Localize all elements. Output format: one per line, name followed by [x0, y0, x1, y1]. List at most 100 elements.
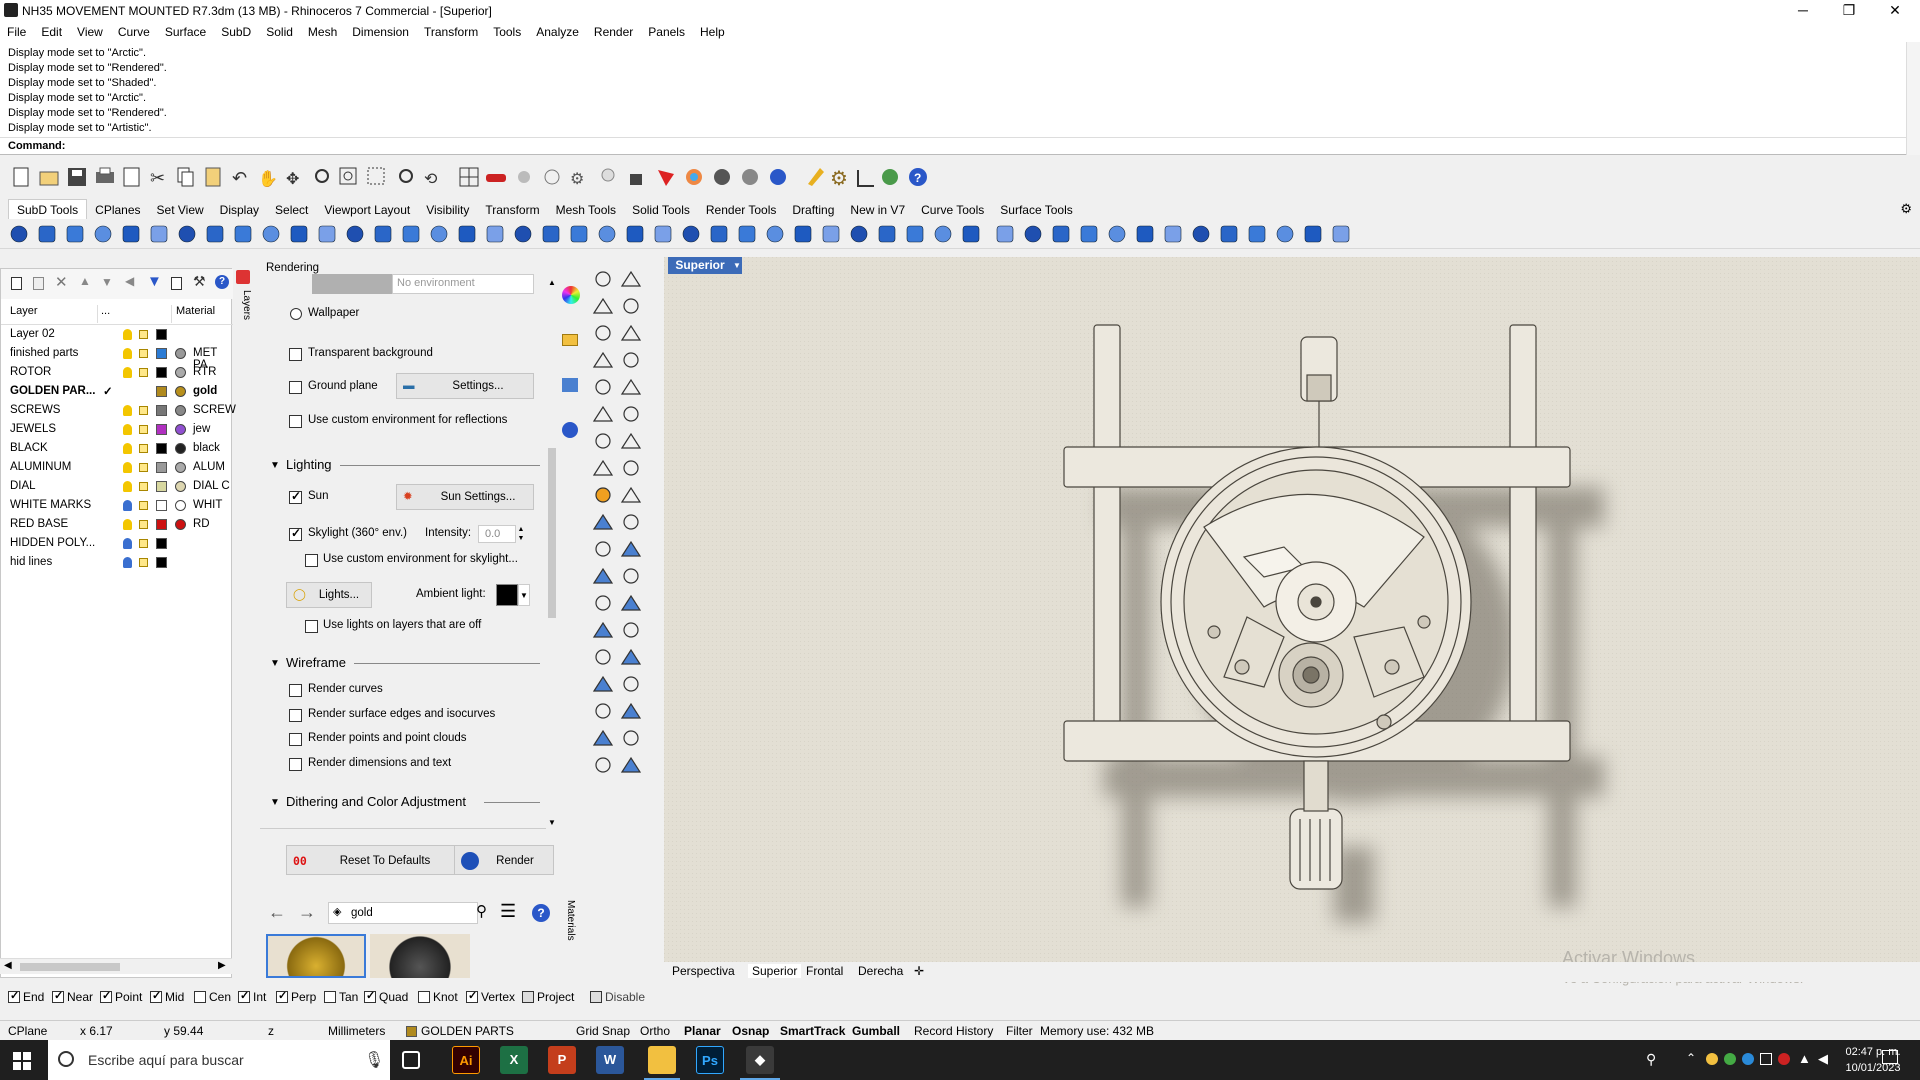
layers-horizontal-scrollbar[interactable]: ◀ ▶	[0, 958, 232, 974]
side-tool-icon[interactable]	[620, 756, 642, 773]
layer-color-swatch[interactable]	[156, 405, 167, 416]
osnap-end[interactable]: End	[8, 989, 44, 1004]
lock-icon[interactable]	[139, 406, 148, 415]
material-swatch[interactable]	[175, 500, 186, 511]
layer-row[interactable]: ALUMINUM ALUM	[1, 458, 233, 477]
undo-icon[interactable]: ↶	[232, 168, 247, 188]
print-icon[interactable]	[96, 167, 114, 183]
subd-tool-icon[interactable]	[234, 225, 252, 243]
subd-tool-icon[interactable]	[402, 225, 420, 243]
side-tool-icon[interactable]	[623, 406, 639, 422]
menu-panels[interactable]: Panels	[641, 22, 693, 42]
tab-display[interactable]: Display	[212, 200, 267, 220]
material-swatch[interactable]	[175, 443, 186, 454]
layer-color-swatch[interactable]	[156, 538, 167, 549]
gear-icon[interactable]: ⚙	[830, 168, 848, 190]
side-tool-icon[interactable]	[592, 405, 614, 422]
menu-subd[interactable]: SubD	[214, 22, 259, 42]
subd-tool-icon[interactable]	[626, 225, 644, 243]
subd-tool-icon[interactable]	[458, 225, 476, 243]
layer-row[interactable]: HIDDEN POLY...	[1, 534, 233, 553]
lock-icon[interactable]	[139, 520, 148, 529]
file-explorer-icon[interactable]	[648, 1046, 676, 1074]
material-swatch[interactable]	[175, 462, 186, 473]
render-curves-checkbox[interactable]	[289, 684, 302, 697]
side-tool-icon[interactable]	[623, 730, 639, 746]
zoom-extents-icon[interactable]	[367, 167, 385, 185]
menu-surface[interactable]: Surface	[158, 22, 214, 42]
side-tool-icon[interactable]	[623, 568, 639, 584]
menu-dimension[interactable]: Dimension	[345, 22, 417, 42]
photoshop-app-icon[interactable]: Ps	[696, 1046, 724, 1074]
back-arrow-icon[interactable]: ←	[268, 902, 286, 923]
help-icon[interactable]: ?	[909, 168, 927, 186]
lock-icon[interactable]	[630, 174, 642, 185]
side-tool-icon[interactable]	[595, 595, 611, 611]
volume-icon[interactable]: ◀	[1818, 1051, 1828, 1067]
maximize-button[interactable]: ❐	[1826, 0, 1872, 22]
side-tool-icon[interactable]	[592, 675, 614, 692]
subd-tool-icon[interactable]	[430, 225, 448, 243]
subd-tool-icon[interactable]	[850, 225, 868, 243]
dimension-icon[interactable]	[857, 170, 874, 187]
intensity-spinner[interactable]: ▲ ▼	[516, 525, 526, 543]
layer-row[interactable]: RED BASE RD	[1, 515, 233, 534]
subd-tool-icon[interactable]	[996, 225, 1014, 243]
subd-tool-icon[interactable]	[66, 225, 84, 243]
layer-color-swatch[interactable]	[156, 519, 167, 530]
side-tool-icon[interactable]	[592, 351, 614, 368]
intensity-input[interactable]: 0.0	[478, 525, 516, 543]
subd-tool-icon[interactable]	[542, 225, 560, 243]
sun-settings-button[interactable]: ✹ Sun Settings...	[396, 484, 534, 510]
subd-tool-icon[interactable]	[514, 225, 532, 243]
zoom-selected-icon[interactable]	[399, 169, 413, 183]
material-swatch[interactable]	[175, 367, 186, 378]
light-bulb-icon[interactable]	[123, 348, 132, 359]
layer-color-swatch[interactable]	[156, 424, 167, 435]
illustrator-app-icon[interactable]: Ai	[452, 1046, 480, 1074]
wireframe-section-header[interactable]: Wireframe	[286, 655, 346, 670]
ortho-toggle[interactable]: Ortho	[640, 1024, 670, 1038]
material-column-header[interactable]: Material	[176, 305, 215, 323]
render-icon[interactable]	[562, 422, 578, 438]
side-tool-icon[interactable]	[595, 271, 611, 287]
light-bulb-icon[interactable]	[123, 481, 132, 492]
side-tool-icon[interactable]	[595, 757, 611, 773]
layer-color-swatch[interactable]	[156, 348, 167, 359]
subd-tool-icon[interactable]	[1024, 225, 1042, 243]
material-search-input[interactable]: ◈ gold	[328, 902, 478, 924]
subd-tool-icon[interactable]	[878, 225, 896, 243]
planar-toggle[interactable]: Planar	[684, 1024, 721, 1038]
light-bulb-icon[interactable]	[123, 405, 132, 416]
lock-icon[interactable]	[139, 558, 148, 567]
layer-color-swatch[interactable]	[156, 386, 167, 397]
units-label[interactable]: Millimeters	[328, 1024, 385, 1038]
move-down-icon[interactable]: ▼	[101, 275, 113, 289]
side-tool-icon[interactable]	[592, 621, 614, 638]
viewport-menu-chevron-icon[interactable]: ▼	[732, 257, 742, 274]
side-tool-icon[interactable]	[620, 324, 642, 341]
lock-icon[interactable]	[139, 539, 148, 548]
tab-superior[interactable]: Superior	[748, 964, 802, 978]
light-bulb-icon[interactable]	[601, 168, 615, 182]
dithering-section-header[interactable]: Dithering and Color Adjustment	[286, 794, 466, 809]
layer-color-swatch[interactable]	[156, 500, 167, 511]
side-tool-icon[interactable]	[595, 541, 611, 557]
zoom-icon[interactable]	[315, 169, 329, 183]
color-wheel-icon[interactable]	[562, 286, 580, 304]
points-icon[interactable]	[518, 171, 530, 183]
tab-visibility[interactable]: Visibility	[418, 200, 477, 220]
smarttrack-toggle[interactable]: SmartTrack	[780, 1024, 845, 1038]
side-tool-icon[interactable]	[592, 567, 614, 584]
viewport-title[interactable]: Superior	[668, 257, 732, 274]
layer-column-header[interactable]: Layer	[10, 305, 38, 323]
menu-render[interactable]: Render	[587, 22, 641, 42]
osnap-cen[interactable]: Cen	[194, 990, 231, 1004]
subd-tool-icon[interactable]	[682, 225, 700, 243]
side-tool-icon[interactable]	[623, 676, 639, 692]
microphone-icon[interactable]: 🎙	[364, 1050, 384, 1070]
layers-tab-icon[interactable]	[236, 270, 250, 284]
lock-icon[interactable]	[139, 330, 148, 339]
search-icon[interactable]: ⚲	[476, 902, 487, 920]
tray-app-icon[interactable]	[1724, 1053, 1736, 1065]
